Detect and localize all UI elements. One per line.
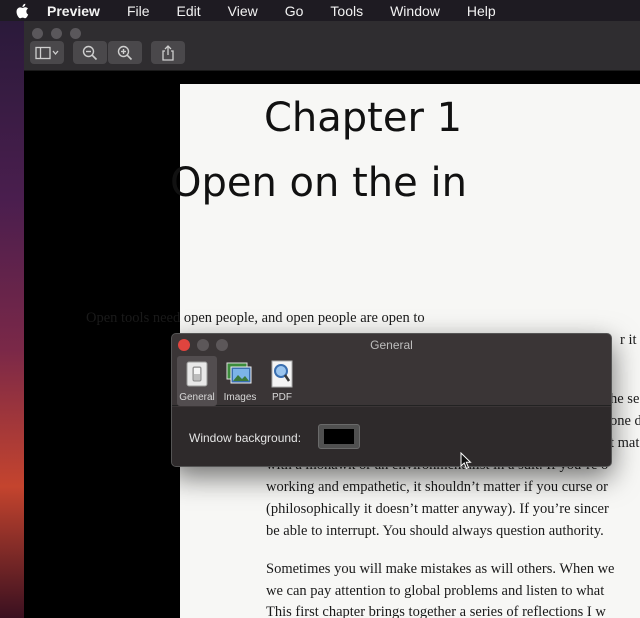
menu-tools[interactable]: Tools: [330, 3, 363, 19]
menu-window[interactable]: Window: [390, 3, 440, 19]
tab-images-label: Images: [223, 392, 257, 403]
menu-file[interactable]: File: [127, 3, 150, 19]
tab-general[interactable]: General: [177, 356, 217, 406]
paragraph-line: t mat: [610, 435, 640, 451]
menu-go[interactable]: Go: [285, 3, 304, 19]
window-background-label: Window background:: [189, 431, 302, 445]
minimize-window-button[interactable]: [51, 28, 62, 39]
tab-pdf[interactable]: PDF: [262, 356, 302, 406]
paragraph-line: This first chapter brings together a ser…: [266, 604, 606, 618]
panel-zoom-button[interactable]: [216, 339, 228, 351]
window-toolbar: [24, 21, 640, 71]
tab-general-label: General: [179, 392, 215, 403]
paragraph-line: Sometimes you will make mistakes as will…: [266, 561, 615, 577]
panel-close-button[interactable]: [178, 339, 190, 351]
paragraph-line: Open tools need open people, and open pe…: [86, 310, 425, 326]
paragraph-line: he se: [610, 391, 640, 407]
zoom-out-icon: [82, 45, 98, 60]
panel-title: General: [370, 338, 413, 352]
general-settings: Window background:: [172, 407, 611, 466]
light-switch-icon: [186, 361, 208, 387]
menu-edit[interactable]: Edit: [177, 3, 201, 19]
menu-preview[interactable]: Preview: [47, 3, 100, 19]
paragraph-line: r it i: [620, 332, 640, 348]
general-preferences-panel: General General Images PDF Window backgr…: [171, 333, 612, 467]
sidebar-toggle-button[interactable]: [30, 41, 64, 64]
window-background-color-well[interactable]: [318, 424, 360, 449]
color-swatch: [324, 429, 354, 444]
share-icon: [162, 44, 174, 61]
paragraph-line: one d: [610, 413, 640, 429]
chapter-subtitle: Open on the in: [170, 160, 467, 206]
zoom-out-button[interactable]: [73, 41, 107, 64]
zoom-window-button[interactable]: [70, 28, 81, 39]
desktop-wallpaper: [0, 20, 26, 618]
paragraph-line: (philosophically it doesn’t matter anywa…: [266, 501, 609, 517]
menu-bar: Preview File Edit View Go Tools Window H…: [0, 0, 640, 21]
tab-images[interactable]: Images: [220, 356, 260, 406]
sidebar-toggle-icon: [35, 46, 59, 59]
paragraph-line: be able to interrupt. You should always …: [266, 523, 604, 539]
chapter-title: Chapter 1: [264, 95, 463, 141]
share-button[interactable]: [151, 41, 185, 64]
tab-pdf-label: PDF: [272, 392, 292, 403]
menu-view[interactable]: View: [228, 3, 258, 19]
zoom-in-icon: [117, 45, 133, 60]
paragraph-line: we can pay attention to global problems …: [266, 583, 605, 599]
close-window-button[interactable]: [32, 28, 43, 39]
apple-logo-icon[interactable]: [14, 2, 32, 20]
mouse-cursor-icon: [460, 452, 472, 470]
menu-help[interactable]: Help: [467, 3, 496, 19]
pdf-magnifier-icon: [271, 360, 293, 388]
panel-minimize-button[interactable]: [197, 339, 209, 351]
zoom-in-button[interactable]: [108, 41, 142, 64]
preferences-tabs: General Images PDF: [172, 356, 611, 406]
paragraph-line: working and empathetic, it shouldn’t mat…: [266, 479, 609, 495]
images-icon: [226, 362, 252, 384]
